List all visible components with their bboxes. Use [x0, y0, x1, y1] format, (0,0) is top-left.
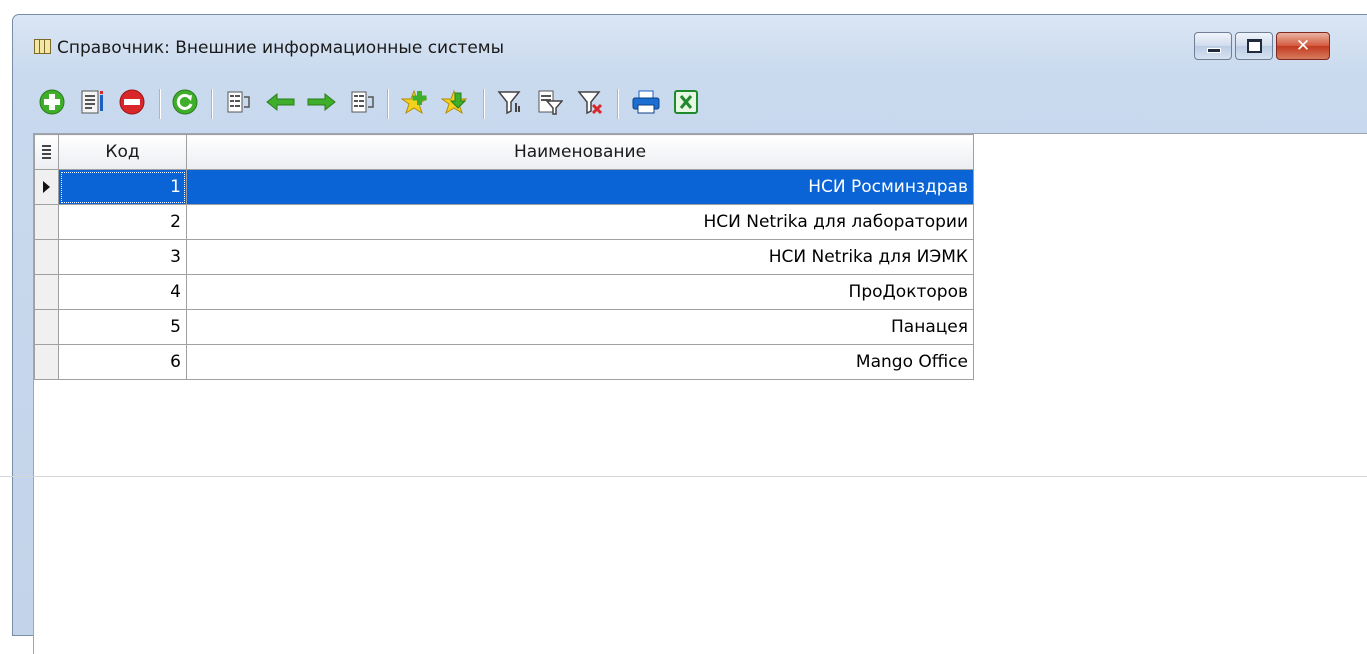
window-controls: ✕ [1194, 32, 1330, 60]
arrow-left-icon[interactable] [265, 89, 297, 115]
toolbar-separator [159, 89, 161, 119]
cell-kod[interactable]: 3 [58, 239, 187, 275]
column-header-name[interactable]: Наименование [186, 134, 974, 170]
current-row-icon [43, 181, 50, 193]
filter-icon[interactable] [497, 89, 523, 115]
data-grid: Код Наименование 1 НСИ Росминздрав 2 НСИ… [34, 134, 974, 380]
table-row[interactable]: 1 НСИ Росминздрав [34, 169, 974, 205]
grid-header: Код Наименование [34, 134, 974, 170]
list-icon [42, 145, 51, 159]
grid-area: Код Наименование 1 НСИ Росминздрав 2 НСИ… [33, 133, 1367, 654]
row-indicator[interactable] [34, 204, 59, 240]
cell-name[interactable]: ПроДокторов [186, 274, 974, 310]
edit-icon[interactable] [79, 89, 105, 115]
cell-name[interactable]: НСИ Netrika для ИЭМК [186, 239, 974, 275]
minimize-button[interactable] [1194, 32, 1232, 60]
toolbar-separator [211, 89, 213, 119]
maximize-button[interactable] [1235, 32, 1273, 60]
filter-edit-icon[interactable] [537, 89, 563, 115]
close-button[interactable]: ✕ [1276, 32, 1330, 60]
star-add-icon[interactable] [401, 89, 431, 115]
table-row[interactable]: 2 НСИ Netrika для лаборатории [34, 204, 974, 240]
row-indicator[interactable] [34, 309, 59, 345]
table-row[interactable]: 6 Mango Office [34, 344, 974, 380]
toolbar-separator [483, 89, 485, 119]
filter-clear-icon[interactable] [577, 89, 603, 115]
table-row[interactable]: 5 Панацея [34, 309, 974, 345]
row-indicator[interactable] [34, 169, 59, 205]
print-icon[interactable] [631, 89, 661, 115]
cell-name[interactable]: НСИ Росминздрав [186, 169, 974, 205]
row-indicator[interactable] [34, 344, 59, 380]
star-down-icon[interactable] [441, 89, 471, 115]
cell-kod[interactable]: 1 [58, 169, 187, 205]
column-header-kod[interactable]: Код [58, 134, 187, 170]
delete-icon[interactable] [119, 89, 145, 115]
divider [0, 476, 1367, 477]
arrow-right-icon[interactable] [305, 89, 337, 115]
table-row[interactable]: 4 ПроДокторов [34, 274, 974, 310]
cell-kod[interactable]: 4 [58, 274, 187, 310]
columns-alt-icon[interactable] [349, 89, 375, 115]
app-window: Справочник: Внешние информационные систе… [12, 14, 1367, 654]
refresh-icon[interactable] [172, 89, 198, 115]
toolbar-separator [387, 89, 389, 119]
table-icon [34, 39, 51, 54]
cell-kod[interactable]: 5 [58, 309, 187, 345]
cell-name[interactable]: НСИ Netrika для лаборатории [186, 204, 974, 240]
cell-kod[interactable]: 6 [58, 344, 187, 380]
title-bar[interactable]: Справочник: Внешние информационные систе… [13, 15, 1367, 77]
row-indicator[interactable] [34, 239, 59, 275]
row-indicator[interactable] [34, 274, 59, 310]
toolbar-separator [617, 89, 619, 119]
cell-kod[interactable]: 2 [58, 204, 187, 240]
columns-icon[interactable] [225, 89, 251, 115]
window-title: Справочник: Внешние информационные систе… [57, 38, 505, 58]
cell-name[interactable]: Панацея [186, 309, 974, 345]
close-icon: ✕ [1295, 36, 1311, 56]
select-all-button[interactable] [34, 134, 59, 170]
cell-name[interactable]: Mango Office [186, 344, 974, 380]
excel-icon[interactable] [673, 89, 699, 115]
table-row[interactable]: 3 НСИ Netrika для ИЭМК [34, 239, 974, 275]
add-icon[interactable] [39, 89, 65, 115]
toolbar [39, 83, 939, 123]
